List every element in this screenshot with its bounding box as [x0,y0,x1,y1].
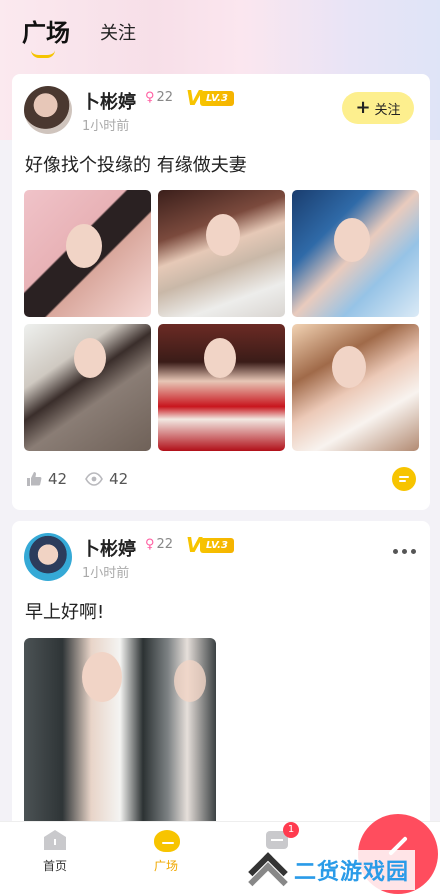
watermark-text: 二货游戏园 [294,860,410,885]
nav-square-label: 广场 [153,859,178,873]
photo-face [204,338,236,378]
photo-face [332,346,366,388]
avatar[interactable] [24,86,72,134]
comment-icon[interactable] [392,467,416,491]
post-photo[interactable] [158,324,285,451]
plus-icon: + [355,97,371,118]
level-text: LV.3 [200,537,234,553]
tab-square-label: 广场 [22,19,70,47]
photo-face [66,224,102,268]
watermark: 二货游戏园 [248,850,416,895]
post-photo[interactable] [158,190,285,317]
like-button[interactable]: 42 [26,470,67,488]
author-name[interactable]: 卜彬婷 [82,88,136,114]
post-photo[interactable] [24,638,216,821]
view-count: 42 [109,470,129,488]
unread-badge: 1 [283,822,299,838]
gender-age: ♀ 22 [145,537,173,552]
photo-face [82,652,122,702]
avatar[interactable] [24,533,72,581]
post-content: 好像找个投缘的 有缘做夫妻 [25,155,247,176]
tab-following-label: 关注 [100,23,136,44]
post-card: 卜彬婷 ♀ 22 V LV.3 1小时前 早上好啊! [12,521,430,821]
views: 42 [85,470,128,488]
home-icon [44,830,66,850]
watermark-logo-icon [248,852,288,895]
post-photo[interactable] [24,324,151,451]
photo-reflection [174,660,206,702]
follow-label: 关注 [374,102,401,118]
top-tab-bar: 广场 关注 [0,0,440,66]
post-stats: 42 42 [26,470,128,488]
gender-age: ♀ 22 [145,90,173,105]
photo-face [206,214,240,256]
post-time: 1小时前 [82,566,130,581]
more-options-icon[interactable] [393,549,416,554]
thumbs-up-icon [27,472,42,486]
post-content: 早上好啊! [25,602,105,623]
tab-square[interactable]: 广场 [22,13,70,66]
tab-active-indicator [31,50,55,58]
post-card: 卜彬婷 ♀ 22 V LV.3 1小时前 + 关注 好像找个投缘的 有缘做夫妻 [12,74,430,510]
photo-face [334,218,370,262]
post-time: 1小时前 [82,119,130,134]
square-icon [154,830,180,852]
nav-home-label: 首页 [42,859,67,873]
follow-button[interactable]: + 关注 [342,92,414,124]
photo-face [74,338,106,378]
nav-square[interactable]: 广场 [136,828,196,874]
level-text: LV.3 [200,90,234,106]
tab-following[interactable]: 关注 [100,19,136,66]
eye-icon [85,472,104,486]
post-photo[interactable] [292,190,419,317]
like-count: 42 [48,470,68,488]
post-photo[interactable] [292,324,419,451]
author-name[interactable]: 卜彬婷 [82,535,136,561]
post-photo[interactable] [24,190,151,317]
vip-level-badge: V LV.3 [186,88,248,108]
age-text: 22 [156,90,174,105]
photo-grid [24,190,420,451]
nav-home[interactable]: 首页 [25,828,85,874]
vip-level-badge: V LV.3 [186,535,248,555]
age-text: 22 [156,537,174,552]
female-icon: ♀ [145,537,155,552]
female-icon: ♀ [145,90,155,105]
nav-messages[interactable]: 1 [247,822,307,852]
